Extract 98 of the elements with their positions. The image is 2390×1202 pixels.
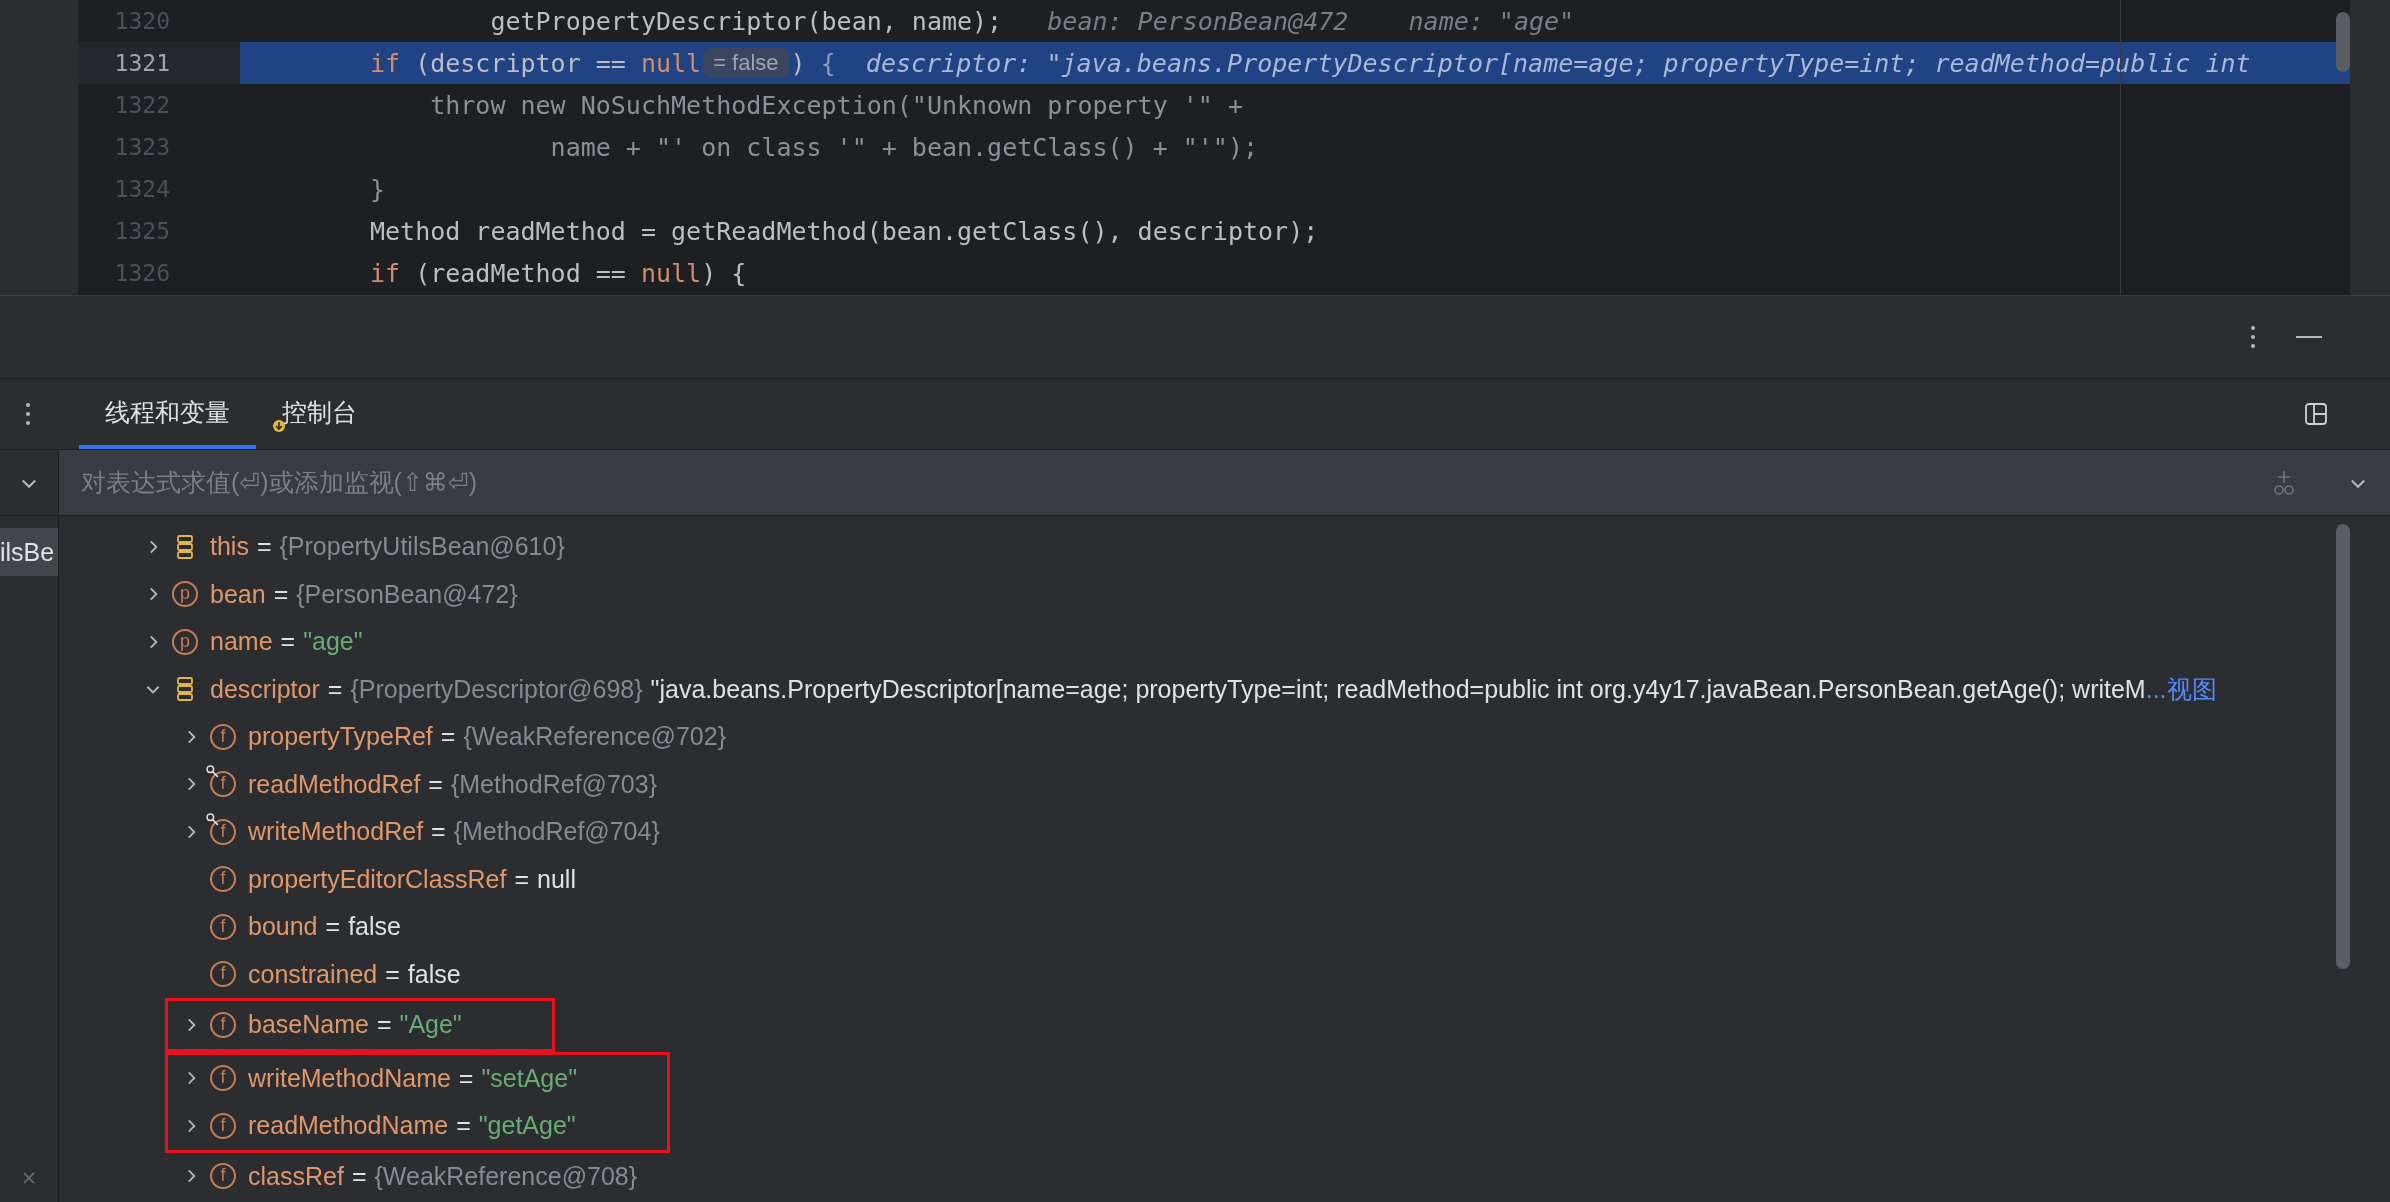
variable-value: "age" (303, 627, 363, 657)
line-number: 1321 (113, 50, 170, 76)
variable-value: {PersonBean@472} (296, 579, 518, 609)
field-letter-icon: f (210, 913, 236, 940)
more-options-icon[interactable] (25, 402, 31, 426)
more-options-icon[interactable] (2250, 325, 2256, 349)
variable-name: this (210, 532, 249, 562)
code-text: { (820, 48, 836, 78)
code-text: throw new NoSuchMethodException("Unknown property '" + (429, 90, 1243, 120)
code-text: name + "' on class '" + bean.getClass() + "'"); (549, 132, 1259, 162)
variable-row[interactable]: f constrained = false (59, 950, 2390, 998)
variable-value: "getAge" (478, 1111, 576, 1141)
field-letter-icon: p (172, 581, 198, 608)
code-keyword: null (640, 48, 702, 78)
equals-sign: = (280, 627, 296, 657)
equals-sign: = (458, 1063, 474, 1093)
variable-name: propertyEditorClassRef (248, 864, 507, 894)
code-text: ) { (701, 258, 747, 288)
field-letter-icon: f (210, 818, 236, 845)
variable-row[interactable]: f propertyTypeRef = {WeakReference@702} (59, 713, 2390, 761)
scrollbar-thumb[interactable] (2336, 524, 2350, 969)
field-letter-icon: f (210, 771, 236, 798)
equals-sign: = (256, 532, 272, 562)
code-text: (readMethod == (414, 258, 627, 288)
equals-sign: = (325, 912, 341, 942)
scrollbar-thumb[interactable] (2336, 12, 2350, 72)
variable-value: {MethodRef@703} (450, 769, 658, 799)
inline-value-hint: descriptor: "java.beans.PropertyDescriptor[name=age; propertyType=int; readMethod=public int (864, 48, 2251, 78)
variable-value: "setAge" (481, 1063, 578, 1093)
variable-name: propertyTypeRef (248, 722, 433, 752)
variable-row[interactable]: p name = "age" (59, 618, 2390, 666)
equals-sign: = (351, 1161, 367, 1191)
code-text: Method readMethod = getReadMethod(bean.getClass(), descriptor); (370, 216, 1319, 246)
variable-row[interactable]: f readMethodRef = {MethodRef@703} (59, 760, 2390, 808)
code-keyword: if (370, 48, 401, 78)
variable-name: readMethodName (248, 1111, 449, 1141)
field-letter-icon: f (210, 1065, 236, 1092)
variable-name: classRef (248, 1161, 344, 1191)
variable-name: readMethodRef (248, 769, 421, 799)
variable-row[interactable]: f readMethodName = "getAge" (168, 1102, 578, 1150)
inline-value-hint: bean: PersonBean@472 name: "age" (1046, 6, 1575, 36)
field-letter-icon: f (210, 1011, 236, 1038)
variable-row[interactable]: f classRef = {WeakReference@708} (59, 1152, 2390, 1200)
variable-value: null (537, 864, 576, 894)
equals-sign: = (514, 864, 530, 894)
variable-name: bean (210, 579, 266, 609)
equals-sign: = (376, 1010, 392, 1040)
code-text: getPropertyDescriptor(bean, name); (489, 6, 1003, 36)
variable-row[interactable]: this = {PropertyUtilsBean@610} (59, 523, 2390, 571)
code-keyword: if (370, 258, 401, 288)
variable-value: {PropertyUtilsBean@610} (279, 532, 565, 562)
equals-sign: = (428, 769, 443, 799)
field-letter-icon: f (210, 866, 236, 893)
value-description: "java.beans.PropertyDescriptor[name=age; propertyType=int; readMethod=public int org.y4y17.javaBean.PersonBean.getAge(); writeM (650, 674, 2146, 704)
view-link[interactable]: ...视图 (2145, 672, 2217, 706)
code-text: (descriptor == (414, 48, 627, 78)
layout-icon[interactable] (2304, 402, 2328, 426)
variable-row[interactable]: p bean = {PersonBean@472} (59, 570, 2390, 618)
equals-sign: = (440, 722, 456, 752)
variable-name: constrained (248, 959, 378, 989)
field-letter-icon: p (172, 628, 198, 655)
variable-value: {WeakReference@708} (374, 1161, 638, 1191)
code-keyword: null (640, 258, 702, 288)
variable-value: false (348, 912, 401, 942)
variable-name: bound (248, 912, 318, 942)
field-letter-icon: f (210, 1112, 236, 1139)
evaluate-expression-field[interactable]: 对表达式求值(⏎)或添加监视(⇧⌘⏎) (59, 450, 2270, 515)
variable-row[interactable]: f bound = false (59, 903, 2390, 951)
equals-sign: = (431, 817, 446, 847)
variable-value: false (407, 959, 461, 989)
variable-name: writeMethodName (248, 1063, 451, 1093)
variable-name: writeMethodRef (248, 817, 424, 847)
variable-value: {MethodRef@704} (453, 817, 660, 847)
variable-name: name (210, 627, 273, 657)
field-letter-icon: f (210, 723, 236, 750)
field-letter-icon: f (210, 961, 236, 988)
field-letter-icon: f (210, 1163, 236, 1190)
frame-item[interactable]: ilsBe (0, 528, 58, 576)
variable-row[interactable]: f writeMethodRef = {MethodRef@704} (59, 808, 2390, 856)
equals-sign: = (273, 579, 289, 609)
variable-row[interactable]: f baseName = "Age" (168, 1001, 462, 1049)
code-text: } (370, 174, 386, 204)
equals-sign: = (327, 674, 343, 704)
variable-name: descriptor (210, 674, 320, 704)
equals-sign: = (456, 1111, 471, 1141)
minimize-icon[interactable] (2296, 335, 2322, 339)
variable-value: {WeakReference@702} (463, 722, 727, 752)
close-icon[interactable] (21, 1170, 37, 1186)
variable-value: {PropertyDescriptor@698} (350, 674, 643, 704)
panel-tab[interactable]: 控制台 (256, 379, 383, 449)
variable-value: "Age" (399, 1010, 462, 1040)
variable-name: baseName (248, 1010, 369, 1040)
variable-row[interactable]: f writeMethodName = "setAge" (168, 1054, 578, 1102)
variable-row[interactable]: f propertyEditorClassRef = null (59, 855, 2390, 903)
inline-value-pill: = false (703, 48, 789, 78)
equals-sign: = (385, 959, 400, 989)
code-text: ) (790, 48, 807, 78)
variable-row[interactable]: descriptor = {PropertyDescriptor@698} "java.beans.PropertyDescriptor[name=age; propertyType=int; readMethod=public int org.y4y17.javaBean.PersonBean.getAge(); writeM...视图 (59, 665, 2390, 713)
